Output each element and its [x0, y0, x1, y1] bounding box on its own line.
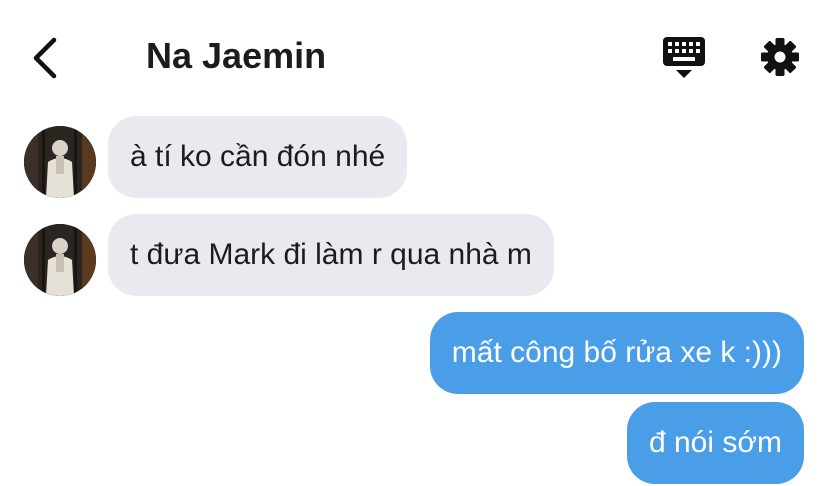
- contact-name: Na Jaemin: [146, 35, 327, 76]
- chat-header: Na Jaemin: [0, 0, 828, 110]
- keyboard-button[interactable]: [660, 34, 708, 80]
- contact-avatar-image: [24, 224, 96, 296]
- message-bubble-incoming[interactable]: t đưa Mark đi làm r qua nhà m: [108, 214, 554, 296]
- avatar[interactable]: [24, 126, 96, 198]
- chevron-left-icon: [33, 37, 57, 79]
- chat-screen: Na Jaemin à tí ko cần đón nhé t đưa Mark…: [0, 0, 828, 486]
- contact-avatar-image: [24, 126, 96, 198]
- back-button[interactable]: [22, 30, 72, 84]
- message-bubble-outgoing[interactable]: đ nói sớm: [626, 402, 804, 484]
- message-bubble-incoming[interactable]: à tí ko cần đón nhé: [108, 116, 408, 198]
- gear-icon: [761, 38, 799, 76]
- avatar[interactable]: [24, 224, 96, 296]
- settings-button[interactable]: [756, 34, 804, 80]
- keyboard-icon: [663, 37, 705, 78]
- message-bubble-outgoing[interactable]: mất công bố rửa xe k :))): [429, 312, 804, 394]
